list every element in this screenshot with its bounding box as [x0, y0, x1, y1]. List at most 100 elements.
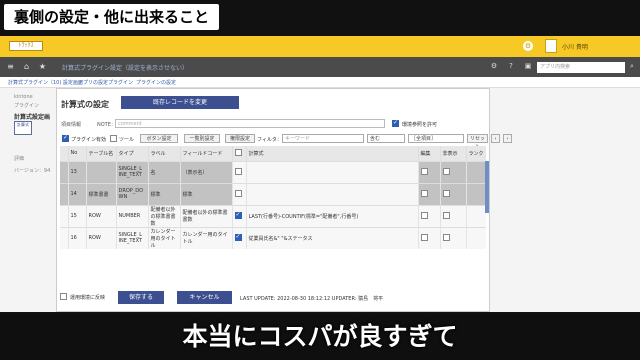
user-name[interactable]: 小川 貴明 [562, 42, 588, 51]
top-caption: 裏側の設定・他に出来ること [4, 4, 220, 30]
reset-button[interactable]: リセット [467, 134, 488, 150]
row-formula[interactable]: 従業員氏名&" "&ステータス [246, 226, 419, 249]
note-input[interactable]: comment [115, 119, 385, 128]
table-scrollbar[interactable] [485, 161, 489, 213]
row-checkbox[interactable] [234, 233, 242, 241]
column-header: ランク [466, 146, 486, 161]
row-formula[interactable] [246, 182, 419, 205]
menu-icon[interactable]: ≡ [6, 62, 15, 71]
hide-checkbox[interactable] [442, 233, 450, 241]
sidebar: kintone プラグイン 計算式設定画 計算式 評価 バージョン：94 [0, 88, 56, 312]
tool-checkbox[interactable] [110, 135, 117, 142]
keyword-input[interactable]: キーワード [282, 134, 364, 143]
formula-table: No テーブル名 タイプ ラベル フィールドコード 計算式 編集 非表示 ランク [60, 146, 486, 306]
settings-icon[interactable]: ⚙ [523, 41, 533, 51]
next-page-button[interactable]: › [503, 134, 512, 143]
breadcrumb-item[interactable]: 計算式プラグイン（10) 設定画面 [8, 79, 83, 86]
column-header: フィールドコード [180, 146, 233, 161]
row-checkbox[interactable] [234, 189, 242, 197]
search-icon[interactable]: ⌕ [628, 62, 636, 71]
table-row: 14 標準書書 DROP_DO WN 標準 標準 [60, 182, 486, 205]
bottom-caption: 本当にコスパが良すぎて [182, 322, 458, 351]
page-title: 計算式プラグイン設定（設定を表示させない） [62, 65, 189, 72]
column-header: 編集 [418, 146, 441, 161]
help-icon[interactable]: ? [507, 62, 515, 71]
row-table-name: 標準書書 [86, 182, 117, 205]
breadcrumb-item[interactable]: プラグイン [108, 79, 133, 86]
row-label: 標準 [148, 182, 181, 205]
column-header: ラベル [148, 146, 181, 161]
edit-checkbox[interactable] [420, 211, 428, 219]
apply-env-checkbox[interactable] [60, 293, 67, 300]
app-logo[interactable]: ﾄﾗｯｸｽ [9, 41, 43, 51]
edit-checkbox[interactable] [420, 167, 428, 175]
sidebar-item[interactable]: 計算式設定画 [14, 112, 50, 121]
sidebar-item: バージョン：94 [14, 168, 51, 174]
breadcrumb-item[interactable]: アプリの設定 [78, 79, 108, 86]
row-field-code: 配備者以外の標準書書数 [180, 204, 233, 227]
tool-label: ツール [119, 137, 135, 143]
row-type: SINGLE_L INE_TEXT [116, 226, 149, 249]
bulk-setting-button[interactable]: 一覧別設定 [184, 134, 220, 143]
row-formula[interactable]: LAST(行番号)-COUNTIF(標準="配備者",行番号) [246, 204, 419, 227]
reuse-record-button[interactable]: 既存レコードを変更 [121, 96, 239, 109]
column-header-select[interactable] [232, 146, 247, 161]
edit-checkbox[interactable] [420, 233, 428, 241]
row-type: SINGLE_L INE_TEXT [116, 160, 149, 183]
row-table-name: ROW [86, 226, 117, 249]
row-checkbox[interactable] [234, 167, 242, 175]
select-all-checkbox[interactable] [234, 148, 242, 156]
row-number: 16 [68, 226, 87, 249]
button-setting-button[interactable]: ボタン設定 [140, 134, 178, 143]
prev-page-button[interactable]: ‹ [491, 134, 500, 143]
hide-checkbox[interactable] [442, 211, 450, 219]
table-row: 15 ROW NUMBER 配備者以外の標準書書数 配備者以外の標準書書数 LA… [60, 204, 486, 227]
row-label: 名 [148, 160, 181, 183]
row-field-code: カレンダー用のタイトル [180, 226, 233, 249]
calc-plugin-icon[interactable]: 計算式 [14, 121, 32, 135]
column-header [60, 146, 69, 161]
table-row: 13 SINGLE_L INE_TEXT 名 （表示名） [60, 160, 486, 183]
app-search-input[interactable]: アプリ内検索 [537, 62, 625, 73]
breadcrumb: 計算式プラグイン（10) 設定画面 アプリの設定 プラグイン プラグインの設定 [0, 77, 640, 88]
navigation-bar: ≡ ⌂ ★ 計算式プラグイン設定（設定を表示させない） ⚙ ? ▣ アプリ内検索… [0, 57, 640, 77]
plugin-enable-checkbox[interactable] [62, 134, 69, 142]
edit-checkbox[interactable] [420, 189, 428, 197]
field-select[interactable]: ［全項目］ [408, 134, 464, 143]
sidebar-item[interactable]: プラグイン [14, 102, 39, 109]
row-checkbox[interactable] [234, 211, 242, 219]
row-number: 15 [68, 204, 87, 227]
auth-setting-button[interactable]: 権限設定 [225, 134, 255, 143]
table-row: 16 ROW SINGLE_L INE_TEXT カレンダー用のタイトル カレン… [60, 226, 486, 249]
save-button[interactable]: 保存する [118, 291, 164, 304]
plugin-enable-label: プラグイン有効 [71, 137, 107, 143]
row-number: 14 [68, 182, 87, 205]
sidebar-item[interactable]: kintone [14, 94, 33, 100]
cancel-button[interactable]: キャンセル [177, 291, 232, 304]
row-type: DROP_DO WN [116, 182, 149, 205]
settings-panel: 計算式の設定 既存レコードを変更 項目情報 NOTE： comment 環境参照… [56, 88, 512, 312]
hide-checkbox[interactable] [442, 167, 450, 175]
row-field-code: 標準 [180, 182, 233, 205]
home-icon[interactable]: ⌂ [22, 62, 31, 71]
hide-checkbox[interactable] [442, 189, 450, 197]
column-header: タイプ [116, 146, 149, 161]
avatar[interactable] [545, 39, 557, 53]
apply-env-label: 運用環境に反映 [70, 295, 106, 301]
item-info-label: 項目情報 [61, 122, 82, 128]
app-icon[interactable]: ▣ [524, 62, 532, 71]
row-field-code: （表示名） [180, 160, 233, 183]
env-reference-checkbox[interactable] [392, 119, 399, 127]
row-table-name [86, 160, 117, 183]
last-update-text: LAST UPDATE: 2022-08-30 18:12:12 UPDATER… [240, 296, 384, 302]
table-header-row: No テーブル名 タイプ ラベル フィールドコード 計算式 編集 非表示 ランク [60, 146, 486, 161]
sidebar-item[interactable]: 評価 [14, 155, 24, 162]
star-icon[interactable]: ★ [38, 62, 47, 71]
gear-icon[interactable]: ⚙ [490, 62, 498, 71]
row-number: 13 [68, 160, 87, 183]
app-screen: ﾄﾗｯｸｽ ⚙ 小川 貴明 ≡ ⌂ ★ 計算式プラグイン設定（設定を表示させない… [0, 36, 640, 312]
row-formula[interactable] [246, 160, 419, 183]
match-select[interactable]: 含む [367, 134, 405, 143]
bottom-caption-bar: 本当にコスパが良すぎて [0, 314, 640, 360]
breadcrumb-item[interactable]: プラグインの設定 [136, 79, 176, 86]
